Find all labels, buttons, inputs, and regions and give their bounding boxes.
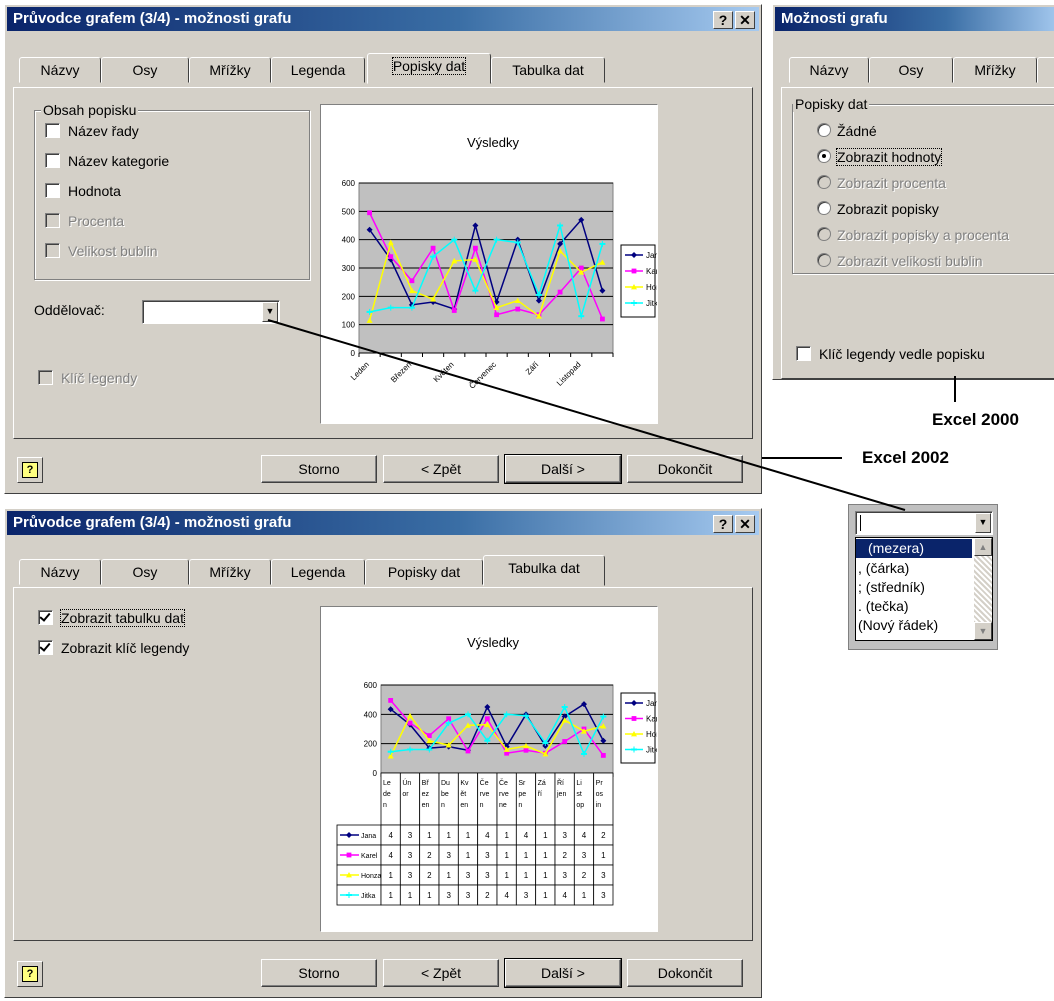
pointer-line xyxy=(267,319,956,511)
